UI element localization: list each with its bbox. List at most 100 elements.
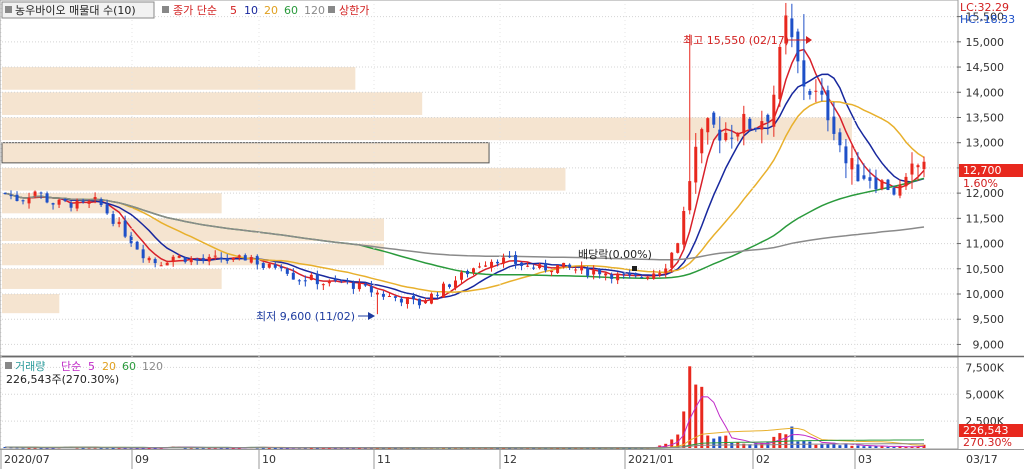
candle-body — [706, 118, 710, 133]
candle-body — [111, 214, 115, 224]
candle-body — [826, 90, 830, 121]
price-tick-label: 11,000 — [966, 238, 1005, 251]
volume-tick-label: 5,000K — [965, 388, 1004, 401]
volume-bar — [850, 445, 854, 448]
candle-body — [502, 257, 506, 264]
date-label: 12 — [503, 453, 517, 466]
candle-body — [484, 265, 488, 267]
date-label: 2021/01 — [628, 453, 674, 466]
candle-body — [369, 286, 373, 293]
volume-legend-ma20: 20 — [102, 360, 116, 373]
volume-profile-band — [2, 243, 384, 266]
volume-tick-label: 7,500K — [965, 361, 1004, 374]
candle-body — [135, 241, 139, 250]
candle-body — [898, 184, 902, 196]
volume-bar — [886, 446, 890, 448]
candle-body — [447, 284, 451, 287]
volume-checkbox-icon[interactable] — [5, 362, 12, 369]
candle-body — [658, 273, 662, 276]
candle-body — [261, 263, 265, 269]
volume-bar — [856, 445, 860, 448]
candle-body — [387, 295, 391, 297]
stock-chart-window: 15,50015,00014,50014,00013,50013,00012,5… — [0, 0, 1024, 469]
candle-body — [760, 121, 764, 130]
candle-body — [309, 274, 313, 280]
date-label: 09 — [135, 453, 149, 466]
legend-ma120: 120 — [304, 4, 325, 17]
hc-info: HC:-18.33 — [960, 13, 1015, 26]
candle-body — [285, 268, 289, 274]
candle-body — [664, 268, 668, 273]
legend-title: 농우바이오 매물대 수(10) — [15, 4, 136, 17]
volume-profile-band — [2, 67, 356, 90]
candle-body — [562, 262, 566, 268]
limit-up-checkbox-icon[interactable] — [328, 6, 335, 13]
candle-body — [538, 264, 542, 269]
candle-body — [832, 116, 836, 134]
candle-body — [279, 266, 283, 269]
candle-body — [87, 201, 91, 204]
candle-body — [808, 91, 812, 95]
volume-profile-band — [2, 268, 222, 289]
volume-legend-ma60: 60 — [122, 360, 136, 373]
candle-body — [496, 261, 500, 264]
candle-body — [411, 295, 415, 300]
candle-body — [105, 204, 109, 214]
current-price: 12,700 — [963, 164, 1002, 177]
candle-body — [351, 282, 355, 289]
candle-body — [375, 292, 379, 295]
candle-body — [550, 270, 554, 273]
legend-checkbox-icon[interactable] — [5, 6, 12, 13]
candle-body — [165, 262, 169, 266]
price-tick-label: 14,000 — [966, 86, 1005, 99]
candle-body — [171, 256, 175, 262]
candle-body — [141, 249, 145, 259]
candle-body — [441, 283, 445, 298]
candle-body — [586, 268, 590, 276]
close-ma-checkbox-icon[interactable] — [162, 6, 169, 13]
candle-body — [592, 270, 596, 275]
candle-body — [544, 263, 548, 271]
candle-body — [255, 255, 259, 265]
candle-body — [333, 278, 337, 281]
candle-body — [183, 257, 187, 262]
legend-ma5: 5 — [230, 4, 237, 17]
candle-body — [405, 297, 409, 304]
date-label: 11 — [377, 453, 391, 466]
candle-body — [604, 273, 608, 276]
volume-profile-band — [2, 167, 566, 191]
candle-body — [634, 273, 638, 276]
candle-body — [357, 283, 361, 290]
candle-body — [736, 134, 740, 137]
candle-body — [580, 266, 584, 271]
candle-body — [916, 165, 920, 168]
candle-body — [69, 202, 73, 208]
candle-body — [844, 146, 848, 164]
candle-body — [622, 273, 626, 275]
candle-body — [429, 293, 433, 304]
candle-body — [532, 267, 536, 269]
volume-bar — [706, 435, 710, 448]
volume-bar — [808, 441, 812, 448]
candle-body — [694, 146, 698, 183]
candle-body — [459, 272, 463, 280]
candle-body — [748, 118, 752, 129]
candle-body — [303, 280, 307, 282]
candle-body — [796, 31, 800, 62]
volume-bar — [868, 446, 872, 448]
candle-body — [363, 283, 367, 286]
candle-body — [838, 132, 842, 146]
candle-body — [27, 197, 31, 204]
candle-body — [267, 263, 271, 268]
candle-body — [892, 187, 896, 195]
stock-chart: 15,50015,00014,50014,00013,50013,00012,5… — [0, 0, 1024, 469]
candle-body — [724, 132, 728, 141]
candle-body — [610, 274, 614, 279]
candle-body — [315, 273, 319, 285]
volume-profile-band — [2, 92, 423, 115]
candle-body — [856, 164, 860, 182]
candle-body — [321, 284, 325, 286]
candle-body — [207, 256, 211, 262]
candle-body — [177, 255, 181, 258]
candle-body — [682, 211, 686, 245]
